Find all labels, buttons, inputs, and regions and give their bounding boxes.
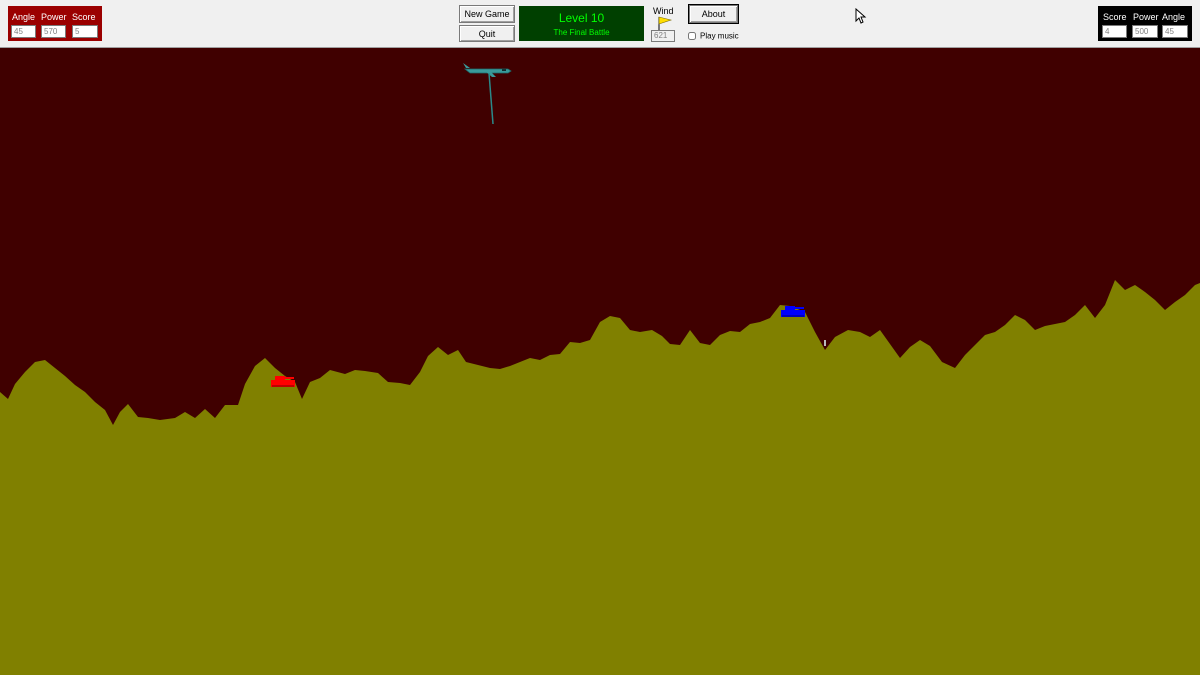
level-subtitle: The Final Battle (553, 28, 610, 37)
player-right-panel: Score Power Angle 4 500 45 (1098, 6, 1192, 41)
score-label: Score (72, 12, 96, 22)
score-field: 4 (1102, 25, 1127, 38)
score-field: 5 (72, 25, 98, 38)
power-field[interactable]: 500 (1132, 25, 1158, 38)
shell-marker (824, 340, 826, 346)
player-left-panel: Angle Power Score 45 570 5 (8, 6, 102, 41)
level-title: Level 10 (558, 11, 605, 25)
power-label: Power (1133, 12, 1159, 22)
top-toolbar: Angle Power Score 45 570 5 New Game Quit… (0, 0, 1200, 48)
wind-label: Wind (653, 6, 674, 16)
power-label: Power (41, 12, 67, 22)
new-game-button[interactable]: New Game (459, 5, 515, 23)
about-button[interactable]: About (688, 4, 739, 24)
mouse-cursor-icon (855, 8, 867, 24)
angle-label: Angle (1162, 12, 1186, 22)
wind-field: 621 (651, 30, 675, 42)
power-field[interactable]: 570 (41, 25, 66, 38)
play-music-toggle[interactable]: Play music (688, 31, 739, 40)
angle-field[interactable]: 45 (1162, 25, 1188, 38)
angle-field[interactable]: 45 (11, 25, 36, 38)
angle-label: Angle (12, 12, 36, 22)
quit-button[interactable]: Quit (459, 25, 515, 42)
flag-icon (658, 16, 673, 30)
battlefield[interactable] (0, 48, 1200, 675)
play-music-label: Play music (700, 31, 739, 41)
level-display: Level 10 The Final Battle (519, 6, 644, 41)
score-label: Score (1103, 12, 1127, 22)
play-music-checkbox[interactable] (688, 31, 696, 40)
